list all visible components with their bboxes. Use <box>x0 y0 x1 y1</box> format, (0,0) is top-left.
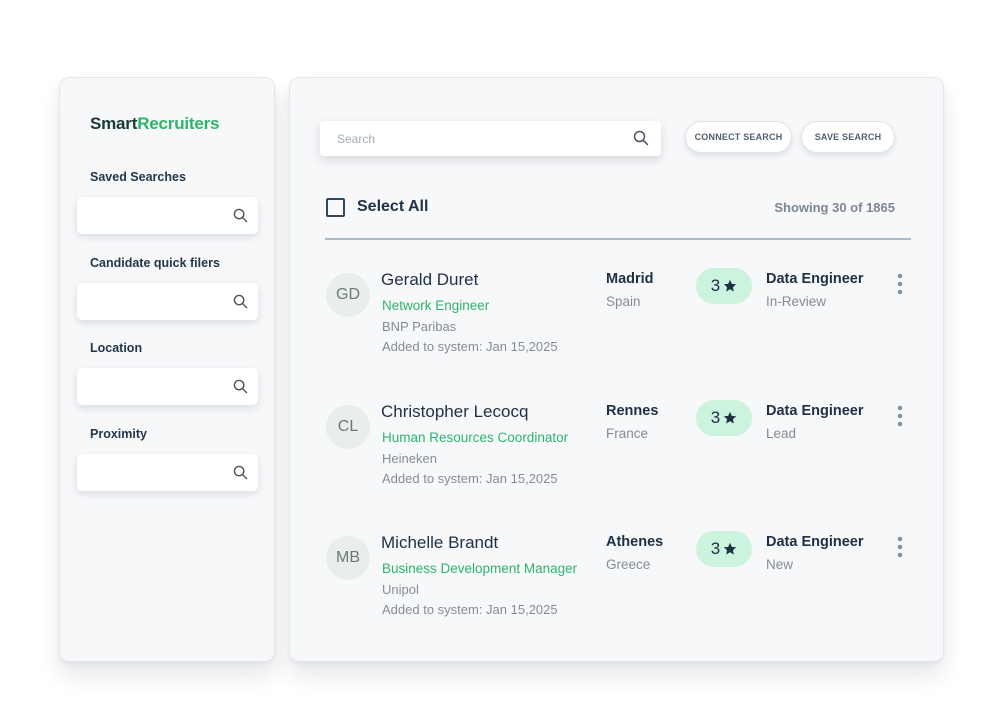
candidate-city: Athenes <box>606 534 664 550</box>
star-icon <box>724 411 737 424</box>
logo-part-smart: Smart <box>90 114 138 133</box>
candidate-name[interactable]: Michelle Brandt <box>381 533 498 553</box>
candidate-quick-filters-label: Candidate quick filers <box>90 256 220 270</box>
search-placeholder: Search <box>337 132 376 146</box>
search-icon[interactable] <box>633 130 649 146</box>
kebab-menu-icon[interactable] <box>894 404 906 428</box>
kebab-menu-icon[interactable] <box>894 272 906 296</box>
location-label: Location <box>90 341 143 355</box>
candidate-row[interactable]: CL Christopher Lecocq Human Resources Co… <box>290 400 943 515</box>
location-input[interactable] <box>77 368 258 405</box>
list-divider <box>325 238 911 240</box>
candidate-company: Heineken <box>382 451 437 466</box>
rating-value: 3 <box>710 276 721 295</box>
select-all-label[interactable]: Select All <box>357 198 428 216</box>
candidate-quick-filters-input[interactable] <box>77 283 258 320</box>
candidate-company: BNP Paribas <box>382 319 457 334</box>
search-icon[interactable] <box>233 465 248 480</box>
candidate-title: Human Resources Coordinator <box>382 430 569 445</box>
candidate-country: France <box>606 426 649 441</box>
candidate-title: Network Engineer <box>382 298 490 313</box>
proximity-input[interactable] <box>77 454 258 491</box>
avatar[interactable]: MB <box>326 536 370 580</box>
rating-value: 3 <box>710 539 721 558</box>
candidate-added-date: Added to system: Jan 15,2025 <box>382 602 558 617</box>
logo-part-recruiters: Recruiters <box>137 114 220 133</box>
application-status: Lead <box>766 426 797 441</box>
applied-job[interactable]: Data Engineer <box>766 534 864 550</box>
smartrecruiters-logo[interactable]: SmartRecruiters <box>90 114 219 134</box>
avatar[interactable]: GD <box>326 273 370 317</box>
candidate-city: Madrid <box>606 271 654 287</box>
star-icon <box>724 542 737 555</box>
filters-sidebar: SmartRecruiters Saved Searches Candidate… <box>59 77 275 662</box>
saved-searches-input[interactable] <box>77 197 258 234</box>
avatar[interactable]: CL <box>326 405 370 449</box>
search-icon[interactable] <box>233 379 248 394</box>
candidate-title: Business Development Manager <box>382 561 578 576</box>
candidate-country: Greece <box>606 557 651 572</box>
applied-job[interactable]: Data Engineer <box>766 271 864 287</box>
candidate-added-date: Added to system: Jan 15,2025 <box>382 471 558 486</box>
candidate-list-panel: Search CONNECT SEARCH SAVE SEARCH Select… <box>289 77 944 662</box>
rating-badge[interactable]: 3 <box>696 268 752 304</box>
search-icon[interactable] <box>233 208 248 223</box>
candidate-name[interactable]: Gerald Duret <box>381 270 478 290</box>
candidate-country: Spain <box>606 294 641 309</box>
proximity-label: Proximity <box>90 427 147 441</box>
candidate-name[interactable]: Christopher Lecocq <box>381 402 528 422</box>
candidate-company: Unipol <box>382 582 419 597</box>
kebab-menu-icon[interactable] <box>894 535 906 559</box>
application-status: In-Review <box>766 294 827 309</box>
rating-badge[interactable]: 3 <box>696 531 752 567</box>
candidate-city: Rennes <box>606 403 659 419</box>
candidate-row[interactable]: MB Michelle Brandt Business Development … <box>290 531 943 646</box>
search-icon[interactable] <box>233 294 248 309</box>
applied-job[interactable]: Data Engineer <box>766 403 864 419</box>
rating-badge[interactable]: 3 <box>696 400 752 436</box>
application-status: New <box>766 557 794 572</box>
select-all-checkbox[interactable] <box>326 198 345 217</box>
search-input[interactable]: Search <box>320 121 661 156</box>
results-count: Showing 30 of 1865 <box>774 200 895 215</box>
candidate-row[interactable]: GD Gerald Duret Network Engineer BNP Par… <box>290 268 943 383</box>
star-icon <box>724 279 737 292</box>
save-search-button[interactable]: SAVE SEARCH <box>801 121 895 153</box>
saved-searches-label: Saved Searches <box>90 170 186 184</box>
rating-value: 3 <box>710 408 721 427</box>
connect-search-button[interactable]: CONNECT SEARCH <box>685 121 792 153</box>
candidate-added-date: Added to system: Jan 15,2025 <box>382 339 558 354</box>
